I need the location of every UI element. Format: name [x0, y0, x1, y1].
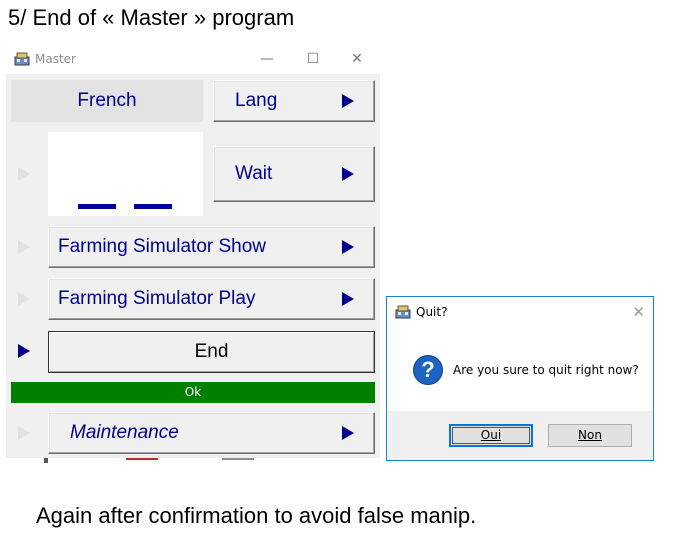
row-indicator-arrow-icon — [18, 292, 30, 306]
row-indicator-arrow-icon — [18, 426, 30, 440]
play-arrow-icon — [342, 167, 354, 181]
lang-button[interactable]: Lang — [213, 80, 375, 122]
active-row-arrow-icon — [18, 344, 30, 358]
lang-button-label: Lang — [235, 90, 278, 111]
play-arrow-icon — [342, 426, 354, 440]
app-icon — [395, 304, 411, 320]
display-dash — [134, 204, 172, 209]
farming-play-label: Farming Simulator Play — [58, 288, 256, 309]
page-caption: Again after confirmation to avoid false … — [36, 503, 477, 528]
farming-show-button[interactable]: Farming Simulator Show — [48, 226, 375, 268]
master-window-title: Master — [35, 52, 76, 66]
play-arrow-icon — [342, 94, 354, 108]
maintenance-button[interactable]: Maintenance — [48, 412, 375, 454]
quit-dialog: Quit? ✕ ? Are you sure to quit right now… — [386, 296, 654, 461]
row-indicator-arrow-icon — [18, 240, 30, 254]
close-icon[interactable]: ✕ — [632, 303, 645, 321]
underlying-fragment — [126, 458, 158, 463]
underlying-fragment — [44, 458, 48, 463]
wait-button[interactable]: Wait — [213, 146, 375, 202]
quit-dialog-message: Are you sure to quit right now? — [453, 363, 639, 377]
wait-button-label: Wait — [235, 163, 273, 184]
display-dash — [78, 204, 116, 209]
app-icon — [14, 51, 30, 67]
master-titlebar[interactable]: Master — ☐ ✕ — [6, 44, 380, 74]
close-icon[interactable]: ✕ — [334, 44, 380, 74]
yes-button[interactable]: Oui — [449, 424, 533, 447]
quit-dialog-title: Quit? — [416, 305, 448, 319]
maximize-icon[interactable]: ☐ — [290, 44, 336, 74]
underlying-fragment — [222, 458, 254, 463]
end-button-label: End — [194, 341, 229, 362]
farming-show-label: Farming Simulator Show — [58, 236, 267, 257]
language-display: French — [11, 80, 203, 122]
play-arrow-icon — [342, 292, 354, 306]
no-button[interactable]: Non — [548, 424, 632, 447]
master-window: Master — ☐ ✕ French Lang Wait Farming Si… — [6, 44, 380, 458]
quit-dialog-footer: Oui Non — [387, 411, 653, 460]
question-icon: ? — [413, 355, 443, 385]
ok-status-bar: Ok — [11, 382, 375, 403]
maintenance-label: Maintenance — [70, 422, 179, 443]
status-display — [48, 132, 203, 216]
page-heading: 5/ End of « Master » program — [8, 5, 295, 30]
play-arrow-icon — [342, 240, 354, 254]
end-button[interactable]: End — [48, 331, 375, 373]
farming-play-button[interactable]: Farming Simulator Play — [48, 278, 375, 320]
minimize-icon[interactable]: — — [244, 44, 290, 74]
row-indicator-arrow-icon — [18, 167, 30, 181]
